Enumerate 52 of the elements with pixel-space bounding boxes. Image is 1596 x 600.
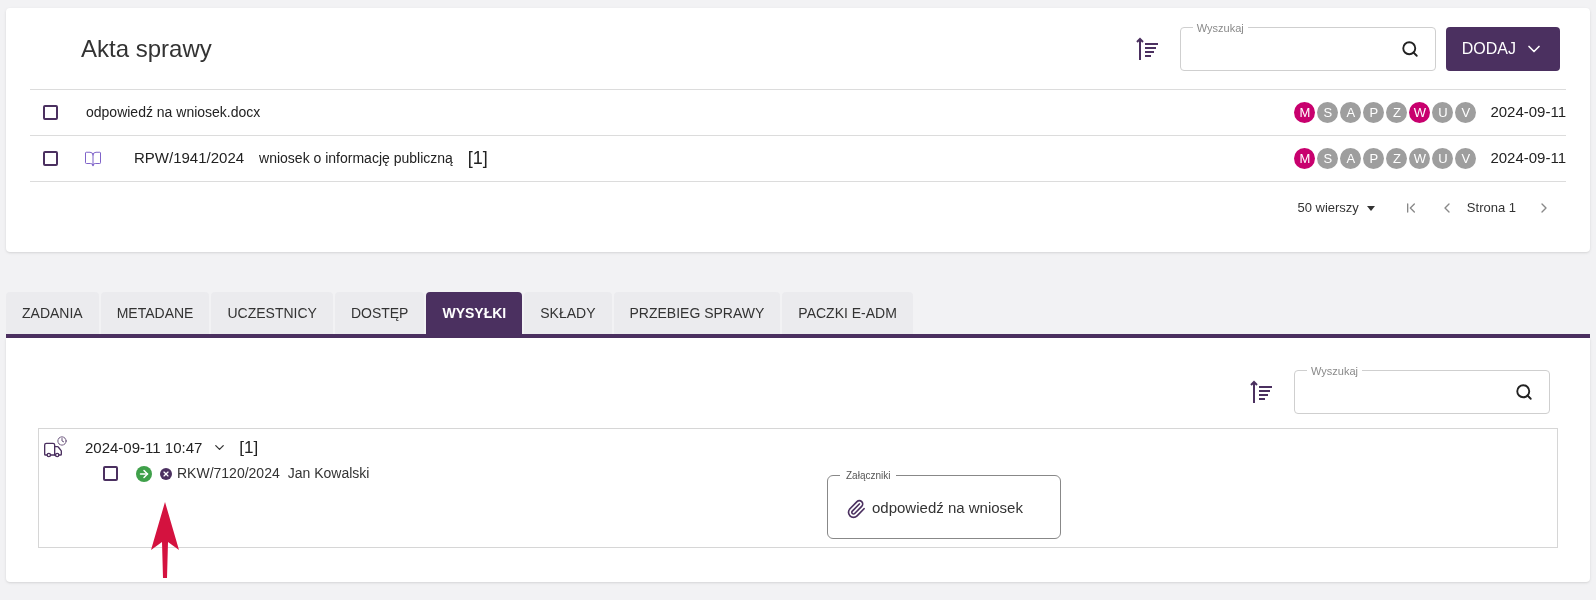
case-title[interactable]: wniosek o informację publiczną [259,148,453,169]
tab[interactable]: PRZEBIEG SPRAWY [613,292,781,334]
tab[interactable]: WYSYŁKI [426,292,523,334]
status-badge: S [1317,148,1339,169]
search-icon[interactable] [1515,383,1533,401]
caret-down-icon [1366,205,1375,211]
status-badge: W [1409,102,1431,123]
status-badge: S [1317,102,1339,123]
paperclip-icon [846,498,866,519]
recipient-name: Jan Kowalski [287,464,370,483]
shipment-datetime[interactable]: 2024-09-11 10:47 [85,436,203,459]
status-badge: P [1363,148,1385,169]
status-badge: A [1340,148,1362,169]
count-label: [1] [239,437,259,459]
status-badge: V [1455,102,1477,123]
page-label: Strona 1 [1466,199,1516,218]
date-label: 2024-09-11 [1490,148,1566,169]
book-icon [84,149,102,168]
status-badge: P [1363,102,1385,123]
tab[interactable]: DOSTĘP [334,292,425,334]
sort-icon[interactable] [1135,35,1160,62]
checkbox[interactable] [43,105,58,120]
status-badge: V [1455,148,1477,169]
status-badge: U [1432,102,1454,123]
rows-per-page-dropdown[interactable]: 50 wierszy [1297,198,1375,218]
checkbox[interactable] [103,466,118,481]
status-badge: Z [1386,102,1408,123]
shipment-number[interactable]: RKW/7120/2024 [177,463,280,484]
attachment-link[interactable]: odpowiedź na wniosek [872,497,1023,520]
tab[interactable]: UCZESTNICY [211,292,333,334]
status-badge: M [1294,102,1316,123]
tab[interactable]: PACZKI E-ADM [782,292,913,334]
status-badge: U [1432,148,1454,169]
status-badge: M [1294,148,1316,169]
tab[interactable]: SKŁADY [524,292,612,334]
panel-title: Akta sprawy [81,33,212,64]
count-label: [1] [467,147,488,170]
add-button[interactable]: DODAJ [1445,26,1560,71]
case-number[interactable]: RPW/1941/2024 [134,147,245,170]
cancel-icon[interactable] [160,467,172,480]
sort-icon[interactable] [1250,379,1274,405]
checkbox[interactable] [43,151,58,166]
status-badge: W [1409,148,1431,169]
status-badge: Z [1386,148,1408,169]
truck-clock-icon [43,435,67,460]
tab[interactable]: ZADANIA [6,292,99,334]
tab[interactable]: METADANE [100,292,210,334]
search-icon[interactable] [1400,39,1419,58]
file-name[interactable]: odpowiedź na wniosek.docx [86,102,261,123]
status-badge: A [1340,102,1362,123]
date-label: 2024-09-11 [1490,102,1566,123]
status-sent-icon [136,465,152,482]
